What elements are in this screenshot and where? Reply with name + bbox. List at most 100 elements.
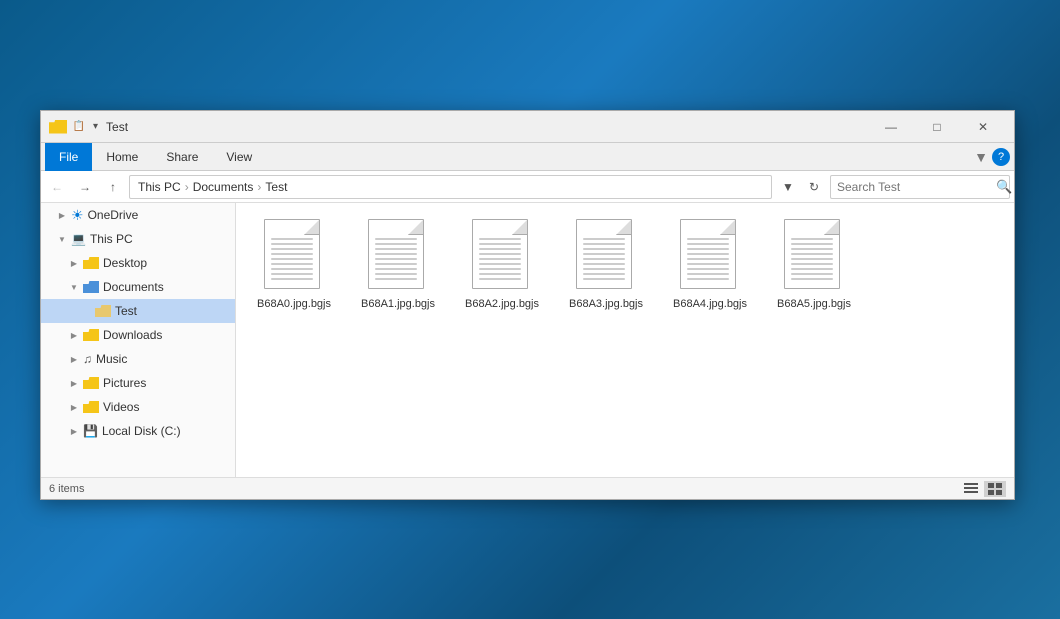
downloads-folder-icon xyxy=(83,329,99,341)
path-this-pc[interactable]: This PC xyxy=(138,180,181,194)
sidebar-label-this-pc: This PC xyxy=(90,232,133,246)
item-count: 6 items xyxy=(49,483,84,495)
sidebar-item-documents[interactable]: ▼ Documents xyxy=(41,275,235,299)
downloads-chevron: ▶ xyxy=(69,331,79,340)
sidebar-item-test[interactable]: Test xyxy=(41,299,235,323)
this-pc-chevron: ▼ xyxy=(57,235,67,244)
window-controls: — □ ✕ xyxy=(868,111,1006,143)
file-item-5[interactable]: B68A5.jpg.bgjs xyxy=(764,211,864,318)
sidebar-label-music: Music xyxy=(96,352,127,366)
localdisk-chevron: ▶ xyxy=(69,427,79,436)
tiles-view-icon xyxy=(988,483,1002,495)
address-actions: ▼ ↻ xyxy=(776,175,826,199)
file-page-4 xyxy=(680,219,736,289)
file-lines-5 xyxy=(791,238,833,283)
sidebar-item-pictures[interactable]: ▶ Pictures xyxy=(41,371,235,395)
file-name-4: B68A4.jpg.bgjs xyxy=(673,298,747,310)
tab-home[interactable]: Home xyxy=(92,143,152,171)
sidebar-item-music[interactable]: ▶ ♫ Music xyxy=(41,347,235,371)
file-item-3[interactable]: B68A3.jpg.bgjs xyxy=(556,211,656,318)
tab-view[interactable]: View xyxy=(212,143,266,171)
file-icon-1 xyxy=(368,219,428,294)
file-item-1[interactable]: B68A1.jpg.bgjs xyxy=(348,211,448,318)
window-folder-icon xyxy=(49,120,67,134)
view-tiles-button[interactable] xyxy=(984,481,1006,497)
details-view-icon xyxy=(964,483,978,495)
file-icon-3 xyxy=(576,219,636,294)
sidebar-label-local-disk: Local Disk (C:) xyxy=(102,424,181,438)
sidebar-label-desktop: Desktop xyxy=(103,256,147,270)
sidebar-label-test: Test xyxy=(115,304,137,318)
onedrive-icon: ☀ xyxy=(71,207,84,224)
file-icon-2 xyxy=(472,219,532,294)
address-dropdown-button[interactable]: ▼ xyxy=(776,175,800,199)
minimize-button[interactable]: — xyxy=(868,111,914,143)
file-name-3: B68A3.jpg.bgjs xyxy=(569,298,643,310)
file-lines-0 xyxy=(271,238,313,283)
sidebar-item-desktop[interactable]: ▶ Desktop xyxy=(41,251,235,275)
file-name-5: B68A5.jpg.bgjs xyxy=(777,298,851,310)
sidebar-label-onedrive: OneDrive xyxy=(88,208,139,222)
view-controls xyxy=(960,481,1006,497)
pictures-chevron: ▶ xyxy=(69,379,79,388)
sidebar-item-videos[interactable]: ▶ Videos xyxy=(41,395,235,419)
sidebar-label-pictures: Pictures xyxy=(103,376,146,390)
sidebar-item-local-disk[interactable]: ▶ 💾 Local Disk (C:) xyxy=(41,419,235,443)
sidebar: ▶ ☀ OneDrive ▼ 💻 This PC ▶ Desktop ▼ Doc… xyxy=(41,203,236,477)
maximize-button[interactable]: □ xyxy=(914,111,960,143)
ribbon-tabs: File Home Share View ▼ ? xyxy=(41,143,1014,171)
sidebar-label-documents: Documents xyxy=(103,280,164,294)
back-button[interactable]: ← xyxy=(45,175,69,199)
videos-chevron: ▶ xyxy=(69,403,79,412)
tab-file[interactable]: File xyxy=(45,143,92,171)
desktop-chevron: ▶ xyxy=(69,259,79,268)
file-lines-1 xyxy=(375,238,417,283)
file-item-0[interactable]: B68A0.jpg.bgjs xyxy=(244,211,344,318)
address-bar: ← → ↑ This PC › Documents › Test ▼ ↻ 🔍 xyxy=(41,171,1014,203)
desktop-folder-icon xyxy=(83,257,99,269)
sidebar-item-downloads[interactable]: ▶ Downloads xyxy=(41,323,235,347)
file-item-2[interactable]: B68A2.jpg.bgjs xyxy=(452,211,552,318)
file-page-1 xyxy=(368,219,424,289)
file-item-4[interactable]: B68A4.jpg.bgjs xyxy=(660,211,760,318)
window-title: Test xyxy=(106,120,868,134)
up-button[interactable]: ↑ xyxy=(101,175,125,199)
close-button[interactable]: ✕ xyxy=(960,111,1006,143)
file-icon-4 xyxy=(680,219,740,294)
title-bar: 📋 ▾ Test — □ ✕ xyxy=(41,111,1014,143)
file-name-2: B68A2.jpg.bgjs xyxy=(465,298,539,310)
search-input[interactable] xyxy=(837,180,992,194)
search-icon: 🔍 xyxy=(996,179,1012,195)
file-page-5 xyxy=(784,219,840,289)
content-area: B68A0.jpg.bgjs B68A1.jpg.bgjs xyxy=(236,203,1014,477)
path-test[interactable]: Test xyxy=(265,180,287,194)
music-icon: ♫ xyxy=(83,352,92,366)
sidebar-item-onedrive[interactable]: ▶ ☀ OneDrive xyxy=(41,203,235,227)
file-icon-5 xyxy=(784,219,844,294)
file-name-1: B68A1.jpg.bgjs xyxy=(361,298,435,310)
test-folder-icon xyxy=(95,305,111,317)
videos-folder-icon xyxy=(83,401,99,413)
file-lines-4 xyxy=(687,238,729,283)
file-name-0: B68A0.jpg.bgjs xyxy=(257,298,331,310)
onedrive-chevron: ▶ xyxy=(57,211,67,220)
sidebar-item-this-pc[interactable]: ▼ 💻 This PC xyxy=(41,227,235,251)
forward-button[interactable]: → xyxy=(73,175,97,199)
window-icon-2: 📋 xyxy=(71,119,87,135)
address-path[interactable]: This PC › Documents › Test xyxy=(129,175,772,199)
test-chevron xyxy=(81,307,91,316)
refresh-button[interactable]: ↻ xyxy=(802,175,826,199)
file-lines-3 xyxy=(583,238,625,283)
title-bar-icons: 📋 ▾ xyxy=(49,119,98,135)
help-icon[interactable]: ? xyxy=(992,148,1010,166)
sidebar-label-downloads: Downloads xyxy=(103,328,162,342)
file-icon-0 xyxy=(264,219,324,294)
view-details-button[interactable] xyxy=(960,481,982,497)
ribbon-chevron-icon[interactable]: ▼ xyxy=(974,149,988,165)
tab-share[interactable]: Share xyxy=(152,143,212,171)
file-page-3 xyxy=(576,219,632,289)
title-bar-dropdown[interactable]: ▾ xyxy=(93,121,98,132)
path-documents[interactable]: Documents xyxy=(193,180,254,194)
search-box[interactable]: 🔍 xyxy=(830,175,1010,199)
file-lines-2 xyxy=(479,238,521,283)
